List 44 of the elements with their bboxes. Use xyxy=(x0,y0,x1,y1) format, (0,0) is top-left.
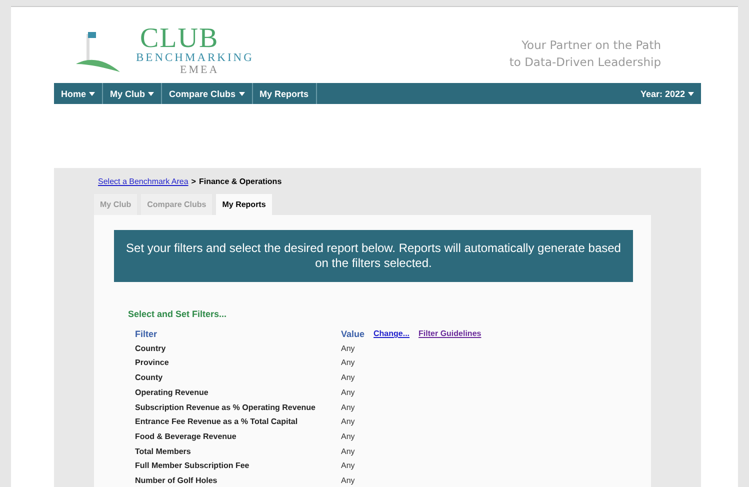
nav-menu-item[interactable]: My Reports xyxy=(252,83,317,104)
filter-name: Entrance Fee Revenue as a % Total Capital xyxy=(135,417,299,428)
logo-subtitle: BENCHMARKING xyxy=(136,53,254,64)
filter-name: County xyxy=(135,373,164,384)
logo-title: CLUB xyxy=(140,25,219,53)
tab[interactable]: My Reports xyxy=(216,194,272,215)
filter-value: Any xyxy=(341,476,356,487)
nav-menu-item[interactable]: Home xyxy=(54,83,104,104)
filter-name: Operating Revenue xyxy=(135,388,210,399)
filter-name: Province xyxy=(135,358,170,370)
logo-region: EMEA xyxy=(180,64,220,76)
nav-menu-item[interactable]: Compare Clubs xyxy=(162,83,253,104)
filter-value: Any xyxy=(341,388,356,399)
filter-name: Total Members xyxy=(135,446,192,458)
filter-name: Full Member Subscription Fee xyxy=(135,461,250,472)
filter-value: Any xyxy=(341,432,356,443)
change-link[interactable]: Change... xyxy=(374,329,410,340)
filter-guidelines-link[interactable]: Filter Guidelines xyxy=(418,329,482,340)
nav-menu-item[interactable]: My Club xyxy=(103,83,162,104)
column-header: Value xyxy=(341,329,365,340)
filters-heading: Select and Set Filters... xyxy=(128,309,228,319)
filter-value: Any xyxy=(341,417,356,428)
caret-icon xyxy=(148,92,154,96)
filter-name: Food & Beverage Revenue xyxy=(135,432,238,443)
breadcrumb-link[interactable]: Select a Benchmark Area xyxy=(98,177,188,186)
tagline-text: to Data-Driven Leadership xyxy=(509,54,661,71)
filter-value: Any xyxy=(341,373,356,384)
year-selector[interactable]: Year: 2022 xyxy=(633,83,701,104)
filter-name: Subscription Revenue as % Operating Revenue xyxy=(135,402,316,414)
caret-icon xyxy=(688,92,694,96)
info-banner: Set your filters and select the desired report below. Reports will automatically generate based on the filters selected. xyxy=(114,230,633,282)
breadcrumb-current: Finance & Operations xyxy=(198,177,282,186)
breadcrumb-separator: > xyxy=(191,177,196,186)
caret-icon xyxy=(238,92,245,96)
filter-name: Country xyxy=(135,344,167,354)
filter-value: Any xyxy=(341,461,356,472)
filter-value: Any xyxy=(341,358,356,370)
column-header: Filter xyxy=(135,329,158,340)
filter-value: Any xyxy=(341,446,356,458)
tagline-text: Your Partner on the Path xyxy=(520,37,661,54)
filter-value: Any xyxy=(341,402,356,414)
caret-icon xyxy=(89,92,96,96)
filter-name: Number of Golf Holes xyxy=(135,476,218,487)
filter-value: Any xyxy=(341,344,356,354)
